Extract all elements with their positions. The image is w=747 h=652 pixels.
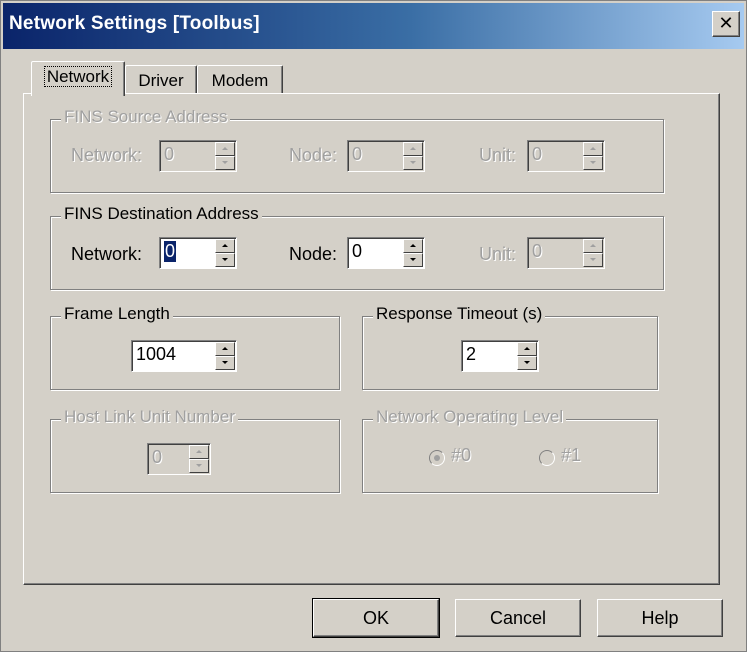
frame-length-spinner[interactable]: 1004	[131, 340, 237, 372]
network-level-title: Network Operating Level	[373, 407, 567, 427]
spin-up-icon[interactable]	[189, 445, 209, 459]
frame-length-value[interactable]: 1004	[136, 344, 176, 365]
cancel-button[interactable]: Cancel	[455, 599, 581, 637]
tab-driver[interactable]: Driver	[125, 65, 197, 96]
frame-length-group: Frame Length 1004	[50, 304, 340, 390]
host-link-spin-buttons[interactable]	[189, 445, 209, 473]
dialog-title: Network Settings [Toolbus]	[9, 13, 260, 34]
spin-down-icon[interactable]	[583, 253, 603, 267]
source-unit-label: Unit:	[479, 145, 517, 165]
tab-modem[interactable]: Modem	[197, 65, 283, 96]
destination-network-value[interactable]: 0	[164, 241, 177, 262]
fins-destination-title: FINS Destination Address	[61, 204, 262, 224]
destination-network-spinner[interactable]: 0	[159, 237, 237, 269]
source-network-spinner[interactable]: 0	[159, 140, 237, 172]
radio-level-0-label: #0	[451, 445, 472, 465]
source-node-label: Node:	[289, 145, 338, 165]
tab-driver-label: Driver	[138, 71, 184, 90]
tab-network[interactable]: Network	[31, 61, 125, 96]
source-network-label: Network:	[71, 145, 143, 165]
host-link-value: 0	[152, 447, 163, 467]
close-button[interactable]: ✕	[712, 11, 740, 37]
destination-unit-spin-buttons[interactable]	[583, 239, 603, 267]
spin-up-icon[interactable]	[215, 239, 235, 253]
frame-length-spin-buttons[interactable]	[215, 342, 235, 370]
title-bar[interactable]: Network Settings [Toolbus] ✕	[3, 3, 744, 49]
spin-down-icon[interactable]	[215, 156, 235, 170]
fins-source-group: FINS Source Address Network: 0 Node: 0 U…	[50, 107, 664, 193]
destination-unit-label: Unit:	[479, 244, 517, 264]
radio-level-1-label: #1	[561, 445, 582, 465]
destination-node-label: Node:	[289, 244, 338, 264]
help-button[interactable]: Help	[597, 599, 723, 637]
spin-up-icon[interactable]	[517, 342, 537, 356]
response-timeout-spinner[interactable]: 2	[461, 340, 539, 372]
source-node-spin-buttons[interactable]	[403, 142, 423, 170]
spin-down-icon[interactable]	[215, 356, 235, 370]
source-unit-spin-buttons[interactable]	[583, 142, 603, 170]
destination-network-spin-buttons[interactable]	[215, 239, 235, 267]
response-timeout-value[interactable]: 2	[466, 344, 476, 365]
spin-down-icon[interactable]	[189, 459, 209, 473]
radio-level-1[interactable]	[539, 450, 555, 466]
response-timeout-spin-buttons[interactable]	[517, 342, 537, 370]
destination-node-spinner[interactable]: 0	[347, 237, 425, 269]
host-link-group: Host Link Unit Number 0	[50, 407, 340, 493]
source-network-spin-buttons[interactable]	[215, 142, 235, 170]
host-link-title: Host Link Unit Number	[61, 407, 239, 427]
spin-up-icon[interactable]	[583, 142, 603, 156]
network-settings-dialog: Network Settings [Toolbus] ✕ Network Dri…	[0, 0, 747, 652]
tab-network-label: Network	[43, 66, 113, 87]
source-unit-value: 0	[532, 144, 543, 164]
host-link-spinner[interactable]: 0	[147, 443, 211, 475]
ok-button[interactable]: OK	[312, 598, 440, 638]
spin-down-icon[interactable]	[517, 356, 537, 370]
spin-up-icon[interactable]	[403, 142, 423, 156]
source-network-value: 0	[164, 144, 175, 164]
source-unit-spinner[interactable]: 0	[527, 140, 605, 172]
source-node-spinner[interactable]: 0	[347, 140, 425, 172]
spin-up-icon[interactable]	[403, 239, 423, 253]
spin-down-icon[interactable]	[215, 253, 235, 267]
destination-network-label: Network:	[71, 244, 143, 264]
spin-up-icon[interactable]	[583, 239, 603, 253]
fins-source-title: FINS Source Address	[61, 107, 231, 127]
destination-node-value[interactable]: 0	[352, 241, 362, 262]
spin-down-icon[interactable]	[403, 156, 423, 170]
radio-level-0[interactable]	[429, 450, 445, 466]
destination-unit-value: 0	[532, 241, 543, 261]
fins-destination-group: FINS Destination Address Network: 0 Node…	[50, 204, 664, 290]
spin-up-icon[interactable]	[215, 342, 235, 356]
spin-down-icon[interactable]	[583, 156, 603, 170]
response-timeout-group: Response Timeout (s) 2	[362, 304, 658, 390]
tab-modem-label: Modem	[211, 71, 269, 90]
network-tab-panel: FINS Source Address Network: 0 Node: 0 U…	[23, 93, 720, 585]
destination-unit-spinner[interactable]: 0	[527, 237, 605, 269]
close-icon: ✕	[718, 13, 734, 33]
network-level-group: Network Operating Level #0 #1	[362, 407, 658, 493]
response-timeout-title: Response Timeout (s)	[373, 304, 546, 324]
spin-down-icon[interactable]	[403, 253, 423, 267]
spin-up-icon[interactable]	[215, 142, 235, 156]
destination-node-spin-buttons[interactable]	[403, 239, 423, 267]
source-node-value: 0	[352, 144, 363, 164]
frame-length-title: Frame Length	[61, 304, 173, 324]
